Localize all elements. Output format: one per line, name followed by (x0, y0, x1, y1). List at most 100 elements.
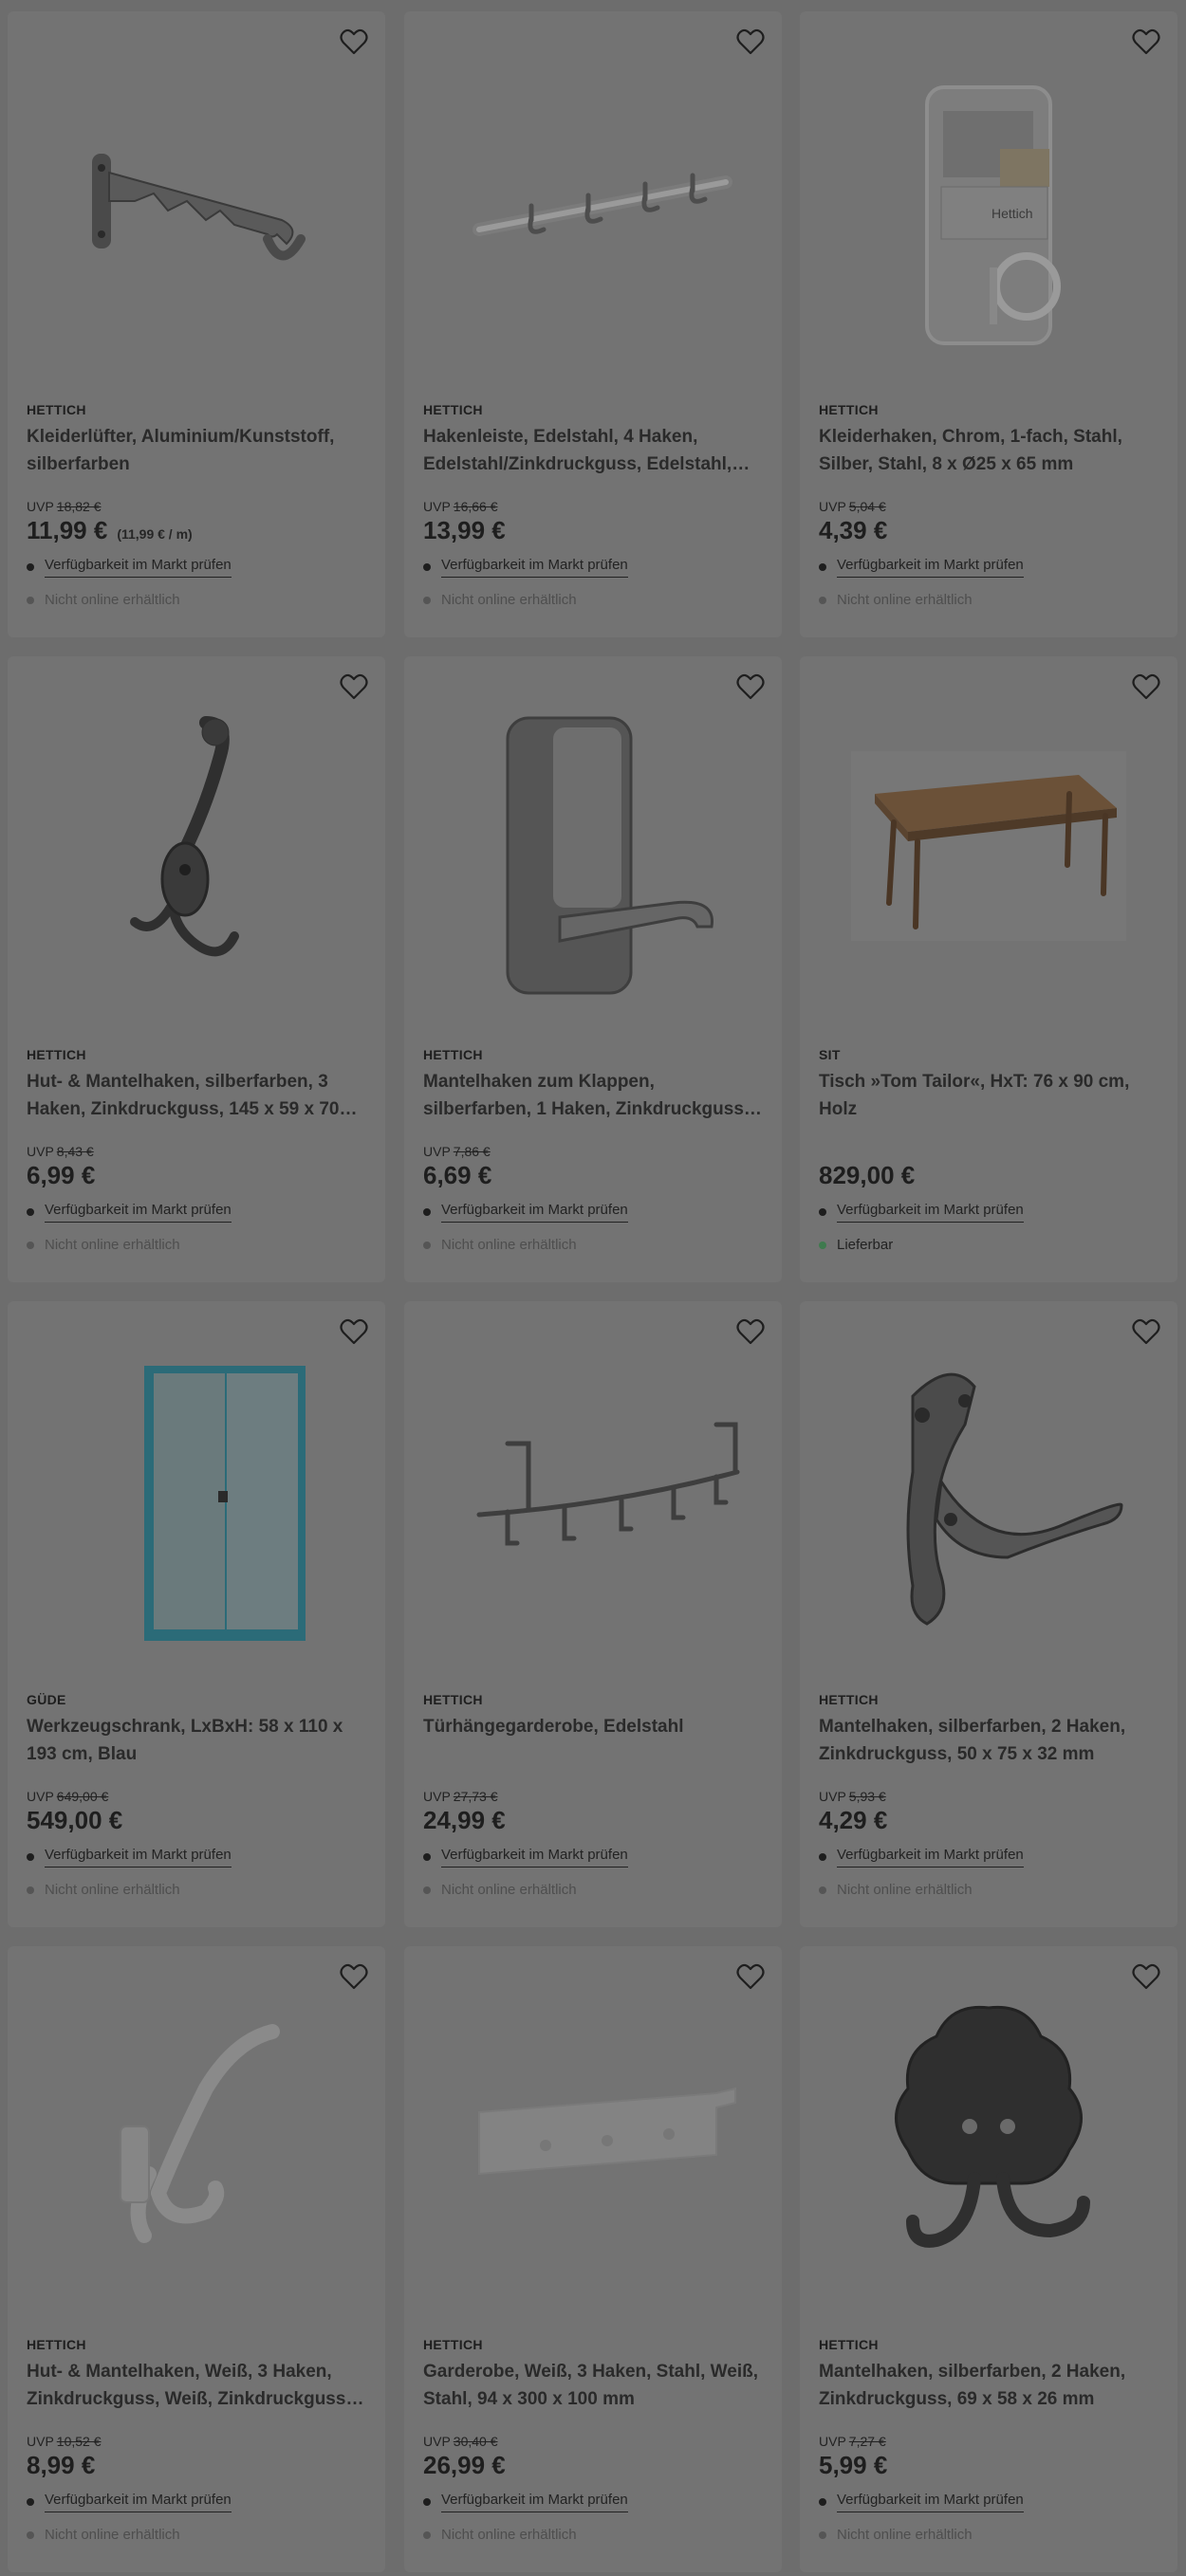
favorite-heart-icon[interactable] (1132, 1318, 1160, 1345)
check-availability-link[interactable]: Verfügbarkeit im Markt prüfen (837, 2492, 1024, 2512)
uvp-label: UVP (423, 1144, 451, 1159)
check-availability-link[interactable]: Verfügbarkeit im Markt prüfen (837, 1847, 1024, 1868)
favorite-heart-icon[interactable] (1132, 28, 1160, 55)
uvp-price: UVP 5,04 € (819, 499, 886, 514)
product-card[interactable]: HETTICH Kleiderlüfter, Aluminium/Kunststo… (8, 11, 385, 637)
check-availability-link[interactable]: Verfügbarkeit im Markt prüfen (441, 1202, 628, 1223)
uvp-label: UVP (819, 1789, 846, 1804)
status-dot-icon (27, 596, 34, 604)
favorite-heart-icon[interactable] (1132, 1963, 1160, 1990)
product-card[interactable]: HETTICH Hut- & Mantelhaken, silberfarben,… (8, 656, 385, 1282)
favorite-heart-icon[interactable] (340, 28, 368, 55)
product-card[interactable]: HETTICH Mantelhaken, silberfarben, 2 Hake… (800, 1946, 1177, 2572)
online-status: Nicht online erhältlich (27, 592, 180, 608)
uvp-value: 5,04 € (848, 499, 886, 514)
product-title[interactable]: Kleiderlüfter, Aluminium/Kunststoff, sil… (27, 423, 368, 478)
availability-row: Verfügbarkeit im Markt prüfen (27, 2492, 232, 2512)
uvp-price: UVP 30,40 € (423, 2434, 498, 2449)
price-value: 13,99 € (423, 516, 506, 544)
product-card[interactable]: Hettich HETTICH Kleiderhaken, Chrom, 1-fa… (800, 11, 1177, 637)
tool-cabinet-image[interactable] (8, 1301, 385, 1681)
product-card[interactable]: HETTICH Hut- & Mantelhaken, Weiß, 3 Haken… (8, 1946, 385, 2572)
folding-hook-image[interactable] (404, 656, 782, 1036)
uvp-label: UVP (423, 2434, 451, 2449)
product-card[interactable]: HETTICH Mantelhaken zum Klappen, silberfa… (404, 656, 782, 1282)
price-value: 11,99 € (27, 516, 108, 544)
favorite-heart-icon[interactable] (736, 1318, 765, 1345)
check-availability-link[interactable]: Verfügbarkeit im Markt prüfen (441, 1847, 628, 1868)
product-title[interactable]: Hut- & Mantelhaken, silberfarben, 3 Hake… (27, 1068, 368, 1123)
wooden-table-image[interactable] (800, 656, 1177, 1036)
status-dot-icon (819, 596, 826, 604)
uvp-label: UVP (423, 1789, 451, 1804)
uvp-price: UVP 7,86 € (423, 1144, 491, 1159)
product-title[interactable]: Garderobe, Weiß, 3 Haken, Stahl, Weiß, S… (423, 2358, 765, 2413)
favorite-heart-icon[interactable] (736, 673, 765, 700)
uvp-label: UVP (423, 499, 451, 514)
chrome-hook-image[interactable] (800, 1301, 1177, 1681)
status-dot-icon (27, 1241, 34, 1249)
product-card[interactable]: GÜDE Werkzeugschrank, LxBxH: 58 x 110 x 1… (8, 1301, 385, 1927)
product-title[interactable]: Türhängegarderobe, Edelstahl (423, 1713, 765, 1740)
availability-row: Verfügbarkeit im Markt prüfen (423, 2492, 628, 2512)
availability-dot-icon (423, 2498, 431, 2506)
uvp-value: 27,73 € (453, 1789, 498, 1804)
check-availability-link[interactable]: Verfügbarkeit im Markt prüfen (45, 1202, 232, 1223)
online-status-text: Nicht online erhältlich (441, 592, 577, 608)
white-rail-image[interactable] (404, 1946, 782, 2326)
hook-rail-image[interactable] (404, 11, 782, 391)
product-title[interactable]: Mantelhaken, silberfarben, 2 Haken, Zink… (819, 1713, 1160, 1768)
favorite-heart-icon[interactable] (736, 1963, 765, 1990)
product-card[interactable]: HETTICH Garderobe, Weiß, 3 Haken, Stahl, … (404, 1946, 782, 2572)
favorite-heart-icon[interactable] (340, 1963, 368, 1990)
check-availability-link[interactable]: Verfügbarkeit im Markt prüfen (45, 557, 232, 578)
favorite-heart-icon[interactable] (736, 28, 765, 55)
product-card[interactable]: HETTICH Hakenleiste, Edelstahl, 4 Haken, … (404, 11, 782, 637)
packaged-hook-image[interactable]: Hettich (800, 11, 1177, 391)
status-dot-icon (423, 596, 431, 604)
wall-bracket-image[interactable] (8, 11, 385, 391)
product-card[interactable]: HETTICH Türhängegarderobe, Edelstahl UVP 27… (404, 1301, 782, 1927)
favorite-heart-icon[interactable] (1132, 673, 1160, 700)
product-card[interactable]: SIT Tisch »Tom Tailor«, HxT: 76 x 90 cm, … (800, 656, 1177, 1282)
product-title[interactable]: Tisch »Tom Tailor«, HxT: 76 x 90 cm, Hol… (819, 1068, 1160, 1123)
product-title[interactable]: Hut- & Mantelhaken, Weiß, 3 Haken, Zinkd… (27, 2358, 368, 2413)
check-availability-link[interactable]: Verfügbarkeit im Markt prüfen (441, 557, 628, 578)
online-status: Nicht online erhältlich (423, 1882, 577, 1898)
favorite-heart-icon[interactable] (340, 1318, 368, 1345)
product-title[interactable]: Werkzeugschrank, LxBxH: 58 x 110 x 193 c… (27, 1713, 368, 1768)
price: 829,00 € (819, 1161, 915, 1190)
uvp-value: 18,82 € (56, 499, 102, 514)
product-card[interactable]: HETTICH Mantelhaken, silberfarben, 2 Hake… (800, 1301, 1177, 1927)
check-availability-link[interactable]: Verfügbarkeit im Markt prüfen (45, 2492, 232, 2512)
black-ornate-hook-image[interactable] (800, 1946, 1177, 2326)
uvp-price: UVP 18,82 € (27, 499, 102, 514)
online-status-text: Nicht online erhältlich (45, 2527, 180, 2543)
product-title[interactable]: Kleiderhaken, Chrom, 1-fach, Stahl, Silb… (819, 423, 1160, 478)
uvp-value: 649,00 € (56, 1789, 109, 1804)
check-availability-link[interactable]: Verfügbarkeit im Markt prüfen (837, 557, 1024, 578)
door-rack-image[interactable] (404, 1301, 782, 1681)
online-status: Nicht online erhältlich (423, 592, 577, 608)
product-title[interactable]: Mantelhaken zum Klappen, silberfarben, 1… (423, 1068, 765, 1123)
favorite-heart-icon[interactable] (340, 673, 368, 700)
price-value: 8,99 € (27, 2451, 96, 2479)
white-hook-image[interactable] (8, 1946, 385, 2326)
check-availability-link[interactable]: Verfügbarkeit im Markt prüfen (45, 1847, 232, 1868)
availability-dot-icon (27, 2498, 34, 2506)
ornate-hook-image[interactable] (8, 656, 385, 1036)
online-status: Nicht online erhältlich (27, 1237, 180, 1253)
product-grid: HETTICH Kleiderlüfter, Aluminium/Kunststo… (0, 0, 1186, 2576)
online-status: Nicht online erhältlich (27, 1882, 180, 1898)
availability-dot-icon (27, 563, 34, 571)
product-title[interactable]: Hakenleiste, Edelstahl, 4 Haken, Edelsta… (423, 423, 765, 478)
price-value: 6,99 € (27, 1161, 96, 1189)
price: 13,99 € (423, 516, 506, 545)
check-availability-link[interactable]: Verfügbarkeit im Markt prüfen (441, 2492, 628, 2512)
product-title[interactable]: Mantelhaken, silberfarben, 2 Haken, Zink… (819, 2358, 1160, 2413)
price: 26,99 € (423, 2451, 506, 2480)
online-status: Nicht online erhältlich (819, 592, 973, 608)
availability-dot-icon (423, 1208, 431, 1216)
online-status: Lieferbar (819, 1237, 893, 1253)
check-availability-link[interactable]: Verfügbarkeit im Markt prüfen (837, 1202, 1024, 1223)
